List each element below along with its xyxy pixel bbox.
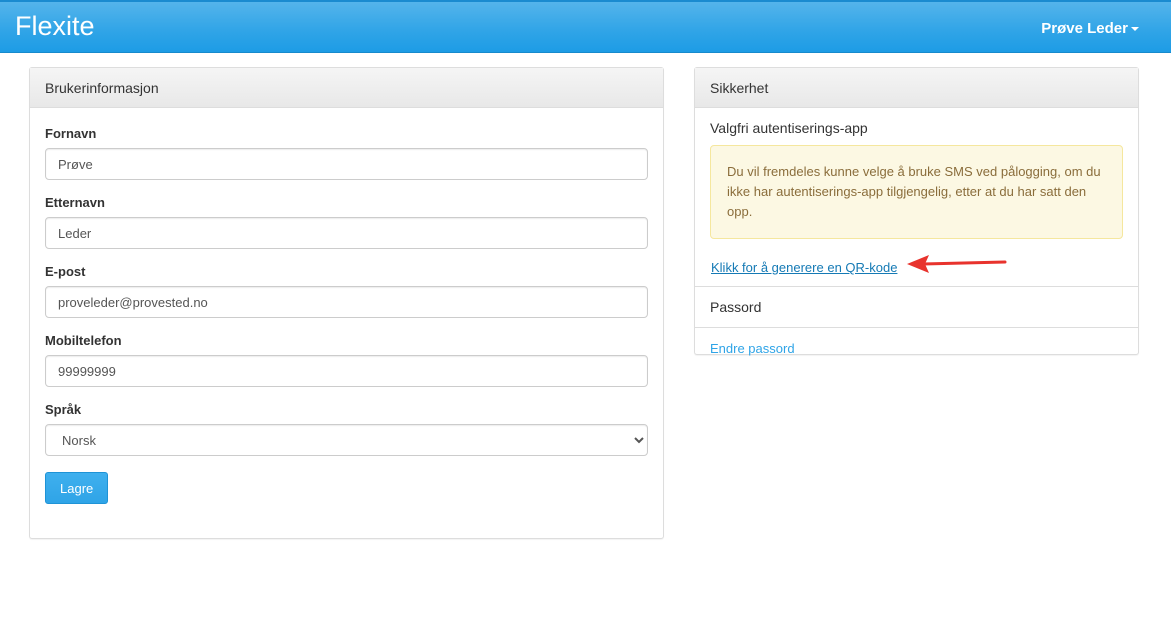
security-panel-title: Sikkerhet	[695, 68, 1138, 108]
first-name-label: Fornavn	[45, 126, 97, 141]
save-button[interactable]: Lagre	[45, 472, 109, 504]
email-label: E-post	[45, 264, 86, 279]
mobile-group: Mobiltelefon	[45, 333, 648, 387]
user-info-panel-title: Brukerinformasjon	[30, 68, 663, 108]
last-name-group: Etternavn	[45, 195, 648, 249]
qr-row: Klikk for å generere en QR-kode	[695, 239, 1138, 287]
language-select[interactable]: Norsk	[45, 424, 648, 456]
email-group: E-post	[45, 264, 648, 318]
mobile-label: Mobiltelefon	[45, 333, 122, 348]
password-heading: Passord	[695, 287, 1138, 328]
top-navbar: Flexite Prøve Leder	[0, 0, 1171, 53]
change-password-row: Endre passord	[695, 328, 1138, 368]
caret-down-icon	[1131, 27, 1139, 32]
language-label: Språk	[45, 402, 82, 417]
email-input[interactable]	[45, 286, 648, 318]
user-info-form: Fornavn Etternavn E-post Mobiltelefon Sp…	[30, 108, 663, 504]
sms-info-alert: Du vil fremdeles kunne velge å bruke SMS…	[710, 145, 1123, 239]
language-group: Språk Norsk	[45, 402, 648, 456]
change-password-link[interactable]: Endre passord	[710, 341, 795, 356]
security-panel: Sikkerhet Valgfri autentiserings-app Du …	[694, 67, 1139, 356]
last-name-input[interactable]	[45, 217, 648, 249]
user-info-panel: Brukerinformasjon Fornavn Etternavn E-po…	[29, 67, 664, 539]
brand-logo[interactable]: Flexite	[15, 11, 95, 42]
last-name-label: Etternavn	[45, 195, 105, 210]
red-arrow-left-icon	[907, 255, 1007, 273]
auth-app-heading: Valgfri autentiserings-app	[710, 120, 868, 136]
first-name-group: Fornavn	[45, 126, 648, 180]
mobile-input[interactable]	[45, 355, 648, 387]
first-name-input[interactable]	[45, 148, 648, 180]
user-menu[interactable]: Prøve Leder	[1041, 20, 1139, 37]
generate-qr-link[interactable]: Klikk for å generere en QR-kode	[711, 260, 897, 275]
user-name: Prøve Leder	[1041, 20, 1128, 37]
